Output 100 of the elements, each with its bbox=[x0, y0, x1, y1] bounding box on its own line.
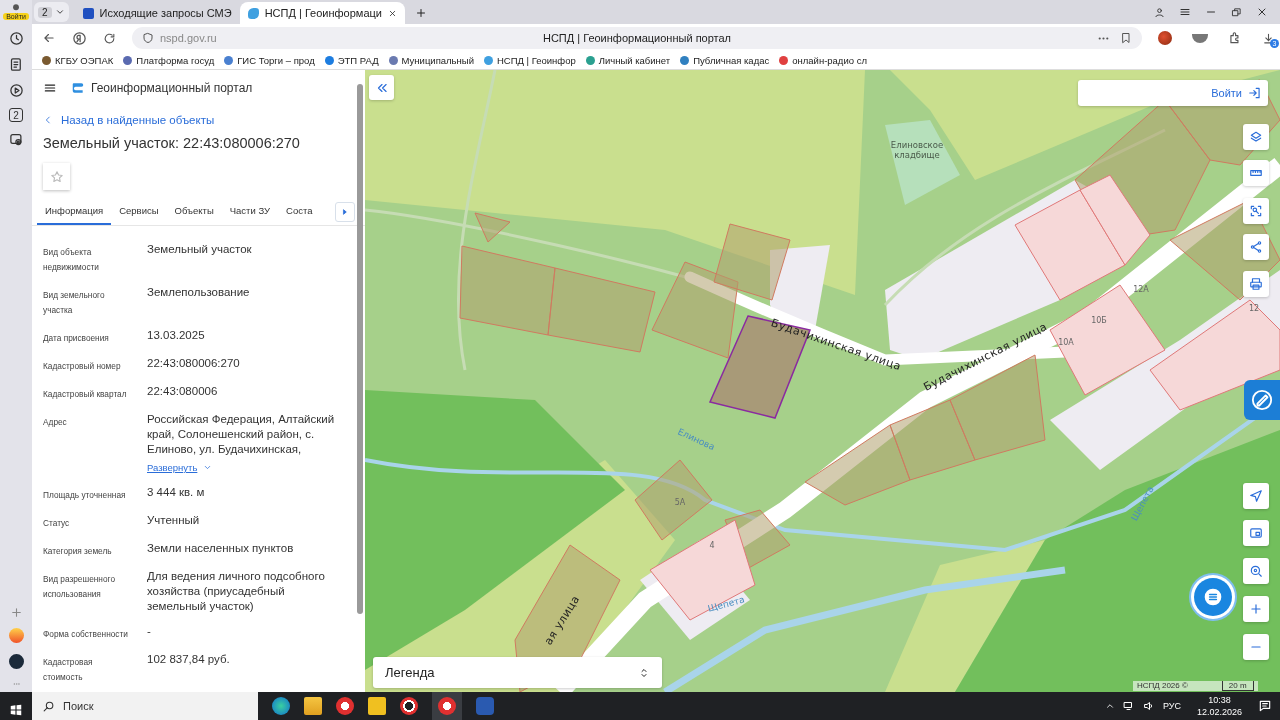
back-link[interactable]: Назад в найденные объекты bbox=[43, 114, 347, 126]
restore-icon[interactable] bbox=[1231, 6, 1242, 18]
info-tab[interactable]: Соста bbox=[278, 200, 321, 225]
browser-tab[interactable]: Исходящие запросы СМЭ bbox=[74, 2, 240, 24]
bookmark-favicon-icon bbox=[42, 56, 51, 65]
scale-bar: 20 m bbox=[1221, 681, 1254, 691]
active-app-button[interactable] bbox=[432, 692, 462, 720]
login-button[interactable]: Войти bbox=[1078, 80, 1268, 106]
field-value: Землепользование bbox=[147, 285, 251, 300]
scrollbar-thumb[interactable] bbox=[357, 84, 363, 614]
browser-tab[interactable]: НСПД | Геоинформаци bbox=[239, 2, 405, 24]
area-select-button[interactable] bbox=[1243, 198, 1269, 224]
close-icon[interactable] bbox=[1256, 6, 1268, 18]
print-button[interactable] bbox=[1243, 271, 1269, 297]
back-icon[interactable] bbox=[42, 31, 56, 45]
measure-button[interactable] bbox=[1243, 160, 1269, 186]
clock[interactable]: 10:38 12.02.2026 bbox=[1196, 694, 1242, 718]
notifications-icon[interactable] bbox=[1258, 699, 1272, 713]
share-icon bbox=[1249, 240, 1263, 254]
chevron-down-icon bbox=[203, 463, 213, 472]
field-value: 22:43:080006:270 bbox=[147, 356, 241, 371]
search-location-button[interactable] bbox=[1243, 558, 1269, 584]
bookmark-link[interactable]: Личный кабинет bbox=[585, 55, 671, 66]
extensions-icon[interactable] bbox=[1228, 31, 1242, 45]
bookmark-link[interactable]: КГБУ ОЭПАК bbox=[42, 55, 114, 66]
locate-button[interactable] bbox=[1243, 483, 1269, 509]
bookmark-favicon-icon bbox=[483, 56, 493, 65]
info-tab[interactable]: Сервисы bbox=[111, 200, 167, 225]
share-button[interactable] bbox=[1243, 234, 1269, 260]
field-label: Площадь уточненная bbox=[43, 489, 127, 502]
info-tab[interactable]: Информация bbox=[37, 200, 112, 225]
legend-dropdown[interactable]: Легенда bbox=[373, 657, 662, 688]
map-attribution: НСПД 2026 © bbox=[1137, 681, 1188, 691]
app-icon[interactable] bbox=[400, 697, 418, 715]
bookmark-icon[interactable] bbox=[1120, 31, 1132, 44]
field-value: Земли населенных пунктов bbox=[147, 541, 295, 556]
taskbar-search-field[interactable]: Поиск bbox=[32, 692, 258, 720]
layers-icon bbox=[1249, 130, 1263, 144]
extension-icon[interactable] bbox=[1158, 31, 1172, 45]
field-label: Форма собственности bbox=[43, 628, 129, 641]
star-icon bbox=[49, 169, 64, 184]
mail-app-icon[interactable] bbox=[8, 628, 24, 643]
browser-app-icon[interactable] bbox=[272, 697, 290, 715]
volume-icon[interactable] bbox=[1142, 700, 1155, 712]
bookmark-favicon-icon bbox=[779, 56, 789, 65]
field-value: 3 444 кв. м bbox=[147, 485, 206, 500]
caret-right-icon bbox=[340, 207, 350, 217]
bookmark-link[interactable]: ГИС Торги – прод bbox=[224, 55, 315, 66]
tab-counter-icon[interactable]: 2 bbox=[9, 108, 23, 122]
add-icon[interactable] bbox=[9, 606, 23, 619]
info-tab[interactable]: Части ЗУ bbox=[221, 200, 279, 225]
scroll-tabs-button[interactable] bbox=[335, 202, 355, 222]
land-parcel bbox=[474, 212, 511, 243]
address-field[interactable]: nspd.gov.ru НСПД | Геоинформационный портал bbox=[132, 27, 1142, 49]
play-icon[interactable] bbox=[8, 83, 24, 98]
field-value: 102 837,84 руб. bbox=[147, 652, 231, 667]
layers-button[interactable] bbox=[1243, 124, 1269, 150]
bookmark-favicon-icon bbox=[324, 56, 334, 65]
extension-icon[interactable] bbox=[1192, 33, 1208, 43]
bookmark-link[interactable]: ЭТП РАД bbox=[324, 55, 379, 66]
network-icon[interactable] bbox=[1122, 700, 1135, 712]
info-tab[interactable]: Объекты bbox=[166, 200, 222, 225]
house-number: 5А bbox=[674, 498, 686, 507]
history-icon[interactable] bbox=[8, 31, 24, 46]
menu-icon[interactable] bbox=[1179, 6, 1191, 18]
object-heading: Земельный участок: 22:43:080006:270 bbox=[43, 135, 301, 151]
page-title: НСПД | Геоинформационный портал bbox=[542, 32, 732, 44]
chevron-up-icon[interactable] bbox=[1104, 701, 1115, 711]
close-icon[interactable] bbox=[388, 8, 397, 18]
login-icon bbox=[1248, 86, 1262, 100]
field-value: 13.03.2025 bbox=[147, 328, 206, 343]
bookmark-favicon-icon bbox=[680, 56, 690, 65]
account-icon[interactable] bbox=[1154, 6, 1165, 18]
browser-logo-icon[interactable] bbox=[72, 30, 87, 46]
minimap-button[interactable] bbox=[1243, 520, 1269, 546]
river-label: Щепета bbox=[706, 594, 746, 614]
collapse-panel-button[interactable] bbox=[369, 75, 394, 100]
browser-app-icon[interactable] bbox=[336, 697, 354, 715]
location-search-icon bbox=[1249, 564, 1263, 578]
reload-icon[interactable] bbox=[103, 31, 116, 45]
tab-switcher[interactable]: 2 bbox=[34, 2, 69, 22]
portal-title: Геоинформационный портал bbox=[91, 81, 253, 95]
bookmark-link[interactable]: Публичная кадас bbox=[680, 55, 770, 66]
field-value: 22:43:080006 bbox=[147, 384, 219, 399]
browser-app-icon bbox=[438, 697, 456, 715]
bookmark-link[interactable]: онлайн-радио сл bbox=[779, 55, 867, 66]
expand-link[interactable]: Развернуть bbox=[147, 462, 213, 473]
language-indicator[interactable]: РУС bbox=[1162, 701, 1181, 711]
bookmark-link[interactable]: Платформа госуд bbox=[123, 55, 215, 66]
menu-icon[interactable] bbox=[43, 81, 57, 95]
new-tab-icon[interactable] bbox=[415, 7, 427, 19]
field-label: Адрес bbox=[43, 416, 68, 429]
app-circle-icon[interactable] bbox=[8, 654, 24, 669]
screenshot-icon[interactable] bbox=[8, 132, 24, 147]
selection-icon bbox=[1249, 204, 1263, 218]
bookmark-link[interactable]: НСПД | Геоинфор bbox=[483, 55, 576, 66]
feedback-side-button[interactable] bbox=[1244, 380, 1280, 420]
start-icon[interactable] bbox=[9, 702, 23, 717]
notes-icon[interactable] bbox=[8, 57, 24, 72]
bookmark-link[interactable]: Муниципальный bbox=[388, 55, 474, 66]
